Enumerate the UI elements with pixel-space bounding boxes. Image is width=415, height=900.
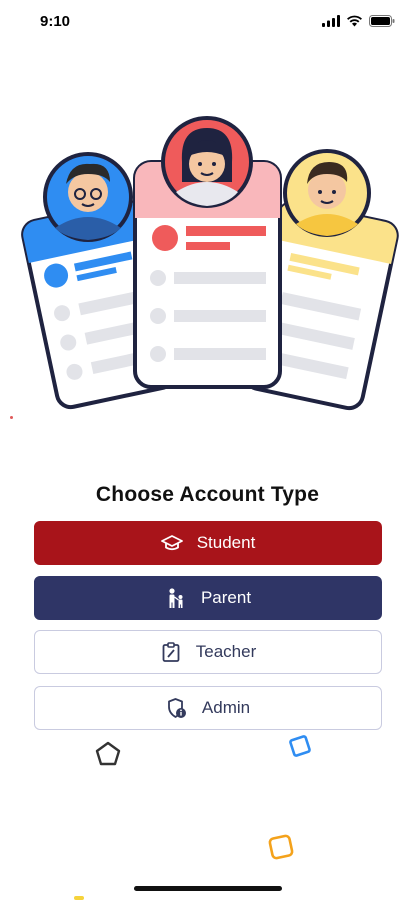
status-icons: [322, 14, 395, 32]
admin-button-label: Admin: [201, 698, 251, 717]
yellow-dot-shape: [74, 896, 84, 900]
pentagon-shape: [94, 740, 122, 773]
teacher-button[interactable]: Teacher: [34, 630, 382, 674]
orange-square-shape: [266, 832, 296, 867]
avatar-girl: [161, 116, 253, 208]
student-button-label: Student: [196, 533, 256, 552]
graduation-cap-icon: [160, 532, 183, 554]
battery-icon: [369, 14, 395, 32]
avatar-boy-glasses: [43, 152, 133, 242]
red-dot-shape: [10, 416, 13, 419]
home-indicator[interactable]: [134, 886, 282, 891]
page-title: Choose Account Type: [95, 483, 320, 506]
hero-illustration: [0, 100, 415, 430]
status-bar: 9:10: [0, 0, 415, 44]
shield-info-icon: [166, 697, 188, 719]
signal-icon: [322, 14, 340, 32]
admin-button[interactable]: Admin: [34, 686, 382, 730]
parent-button[interactable]: Parent: [34, 576, 382, 620]
teacher-button-label: Teacher: [195, 642, 257, 661]
student-button[interactable]: Student: [34, 521, 382, 565]
wifi-icon: [346, 14, 363, 32]
status-time: 9:10: [40, 13, 71, 30]
parent-button-label: Parent: [200, 588, 252, 607]
parent-child-icon: [165, 587, 187, 609]
avatar-man: [283, 149, 371, 237]
clipboard-icon: [160, 641, 182, 663]
blue-diamond-shape: [285, 731, 315, 766]
